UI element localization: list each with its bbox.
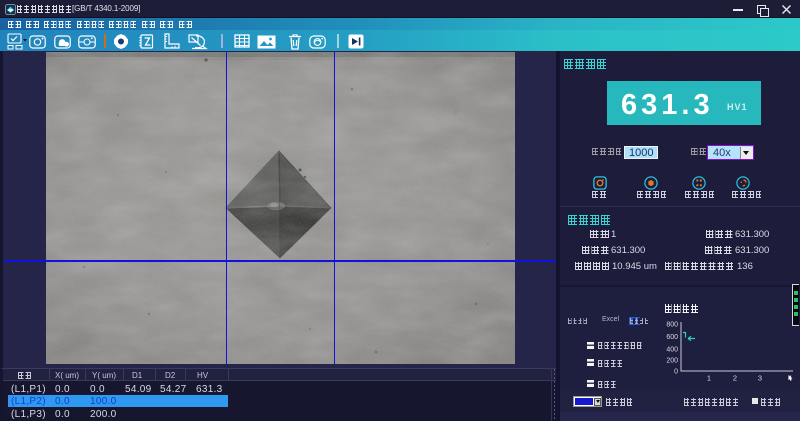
svg-text:0: 0 xyxy=(674,369,678,376)
svg-text:600: 600 xyxy=(666,334,678,341)
svg-text:3: 3 xyxy=(758,374,762,383)
svg-text:400: 400 xyxy=(666,347,678,354)
svg-text:200: 200 xyxy=(666,358,678,365)
svg-text:2: 2 xyxy=(733,374,737,383)
svg-text:1: 1 xyxy=(707,374,711,383)
svg-text:800: 800 xyxy=(666,322,678,329)
